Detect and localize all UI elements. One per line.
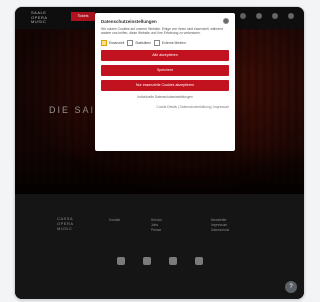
footer-link[interactable]: Datenschutz — [211, 228, 229, 233]
site-footer: CASSA OPERA MUSIC Kontakt Service Jobs P… — [15, 194, 304, 299]
choice-statistics[interactable]: Statistiken — [127, 40, 151, 47]
footer-logo[interactable]: CASSA OPERA MUSIC — [57, 216, 74, 231]
footer-logo-line-3: MUSIC — [57, 226, 73, 231]
help-button[interactable]: ? — [285, 281, 297, 293]
cookie-consent-dialog: Datenschutzeinstellungen Wir nutzen Cook… — [95, 13, 235, 151]
consent-choices: Essenziell Statistiken Externe Medien — [101, 40, 229, 47]
footer-link[interactable]: Presse — [151, 228, 162, 233]
consent-text: Wir nutzen Cookies auf unserer Website. … — [101, 27, 223, 36]
instagram-icon[interactable] — [142, 257, 151, 265]
consent-footer-links[interactable]: Cookie-Details | Datenschutzerklärung | … — [101, 105, 229, 109]
browser-frame: SAALE OPERA MUSIC Tickets DIE SAISON Dat… — [14, 6, 305, 300]
youtube-icon[interactable] — [272, 13, 278, 19]
choice-essential[interactable]: Essenziell — [101, 40, 125, 47]
accept-essential-button[interactable]: Nur essenzielle Cookies akzeptieren — [101, 80, 229, 92]
nav-icons — [240, 13, 294, 19]
save-button[interactable]: Speichern — [101, 65, 229, 77]
accept-all-button[interactable]: Alle akzeptieren — [101, 50, 229, 62]
footer-link[interactable]: Kontakt — [109, 218, 120, 223]
logo-line-3: MUSIC — [31, 19, 47, 24]
email-icon[interactable] — [194, 257, 203, 265]
footer-column-1: Kontakt — [109, 218, 120, 223]
choice-external-media-label: Externe Medien — [161, 41, 186, 46]
footer-column-2: Service Jobs Presse — [151, 218, 162, 233]
instagram-icon[interactable] — [256, 13, 262, 19]
search-icon[interactable] — [288, 13, 294, 19]
social-icons — [15, 257, 304, 265]
youtube-icon[interactable] — [168, 257, 177, 265]
facebook-icon[interactable] — [116, 257, 125, 265]
individual-settings-link[interactable]: Individuelle Datenschutzeinstellungen — [101, 95, 229, 99]
checkbox-statistics[interactable] — [127, 40, 134, 47]
choice-statistics-label: Statistiken — [135, 41, 151, 46]
footer-column-3: Newsletter Impressum Datenschutz — [211, 218, 229, 233]
tickets-button[interactable]: Tickets — [71, 12, 95, 21]
facebook-icon[interactable] — [240, 13, 246, 19]
choice-essential-label: Essenziell — [109, 41, 125, 46]
checkbox-external-media[interactable] — [153, 40, 160, 47]
settings-icon[interactable] — [223, 18, 229, 24]
site-logo[interactable]: SAALE OPERA MUSIC — [31, 10, 48, 25]
checkbox-essential[interactable] — [101, 40, 107, 47]
choice-external-media[interactable]: Externe Medien — [153, 40, 186, 47]
consent-title: Datenschutzeinstellungen — [101, 19, 157, 24]
